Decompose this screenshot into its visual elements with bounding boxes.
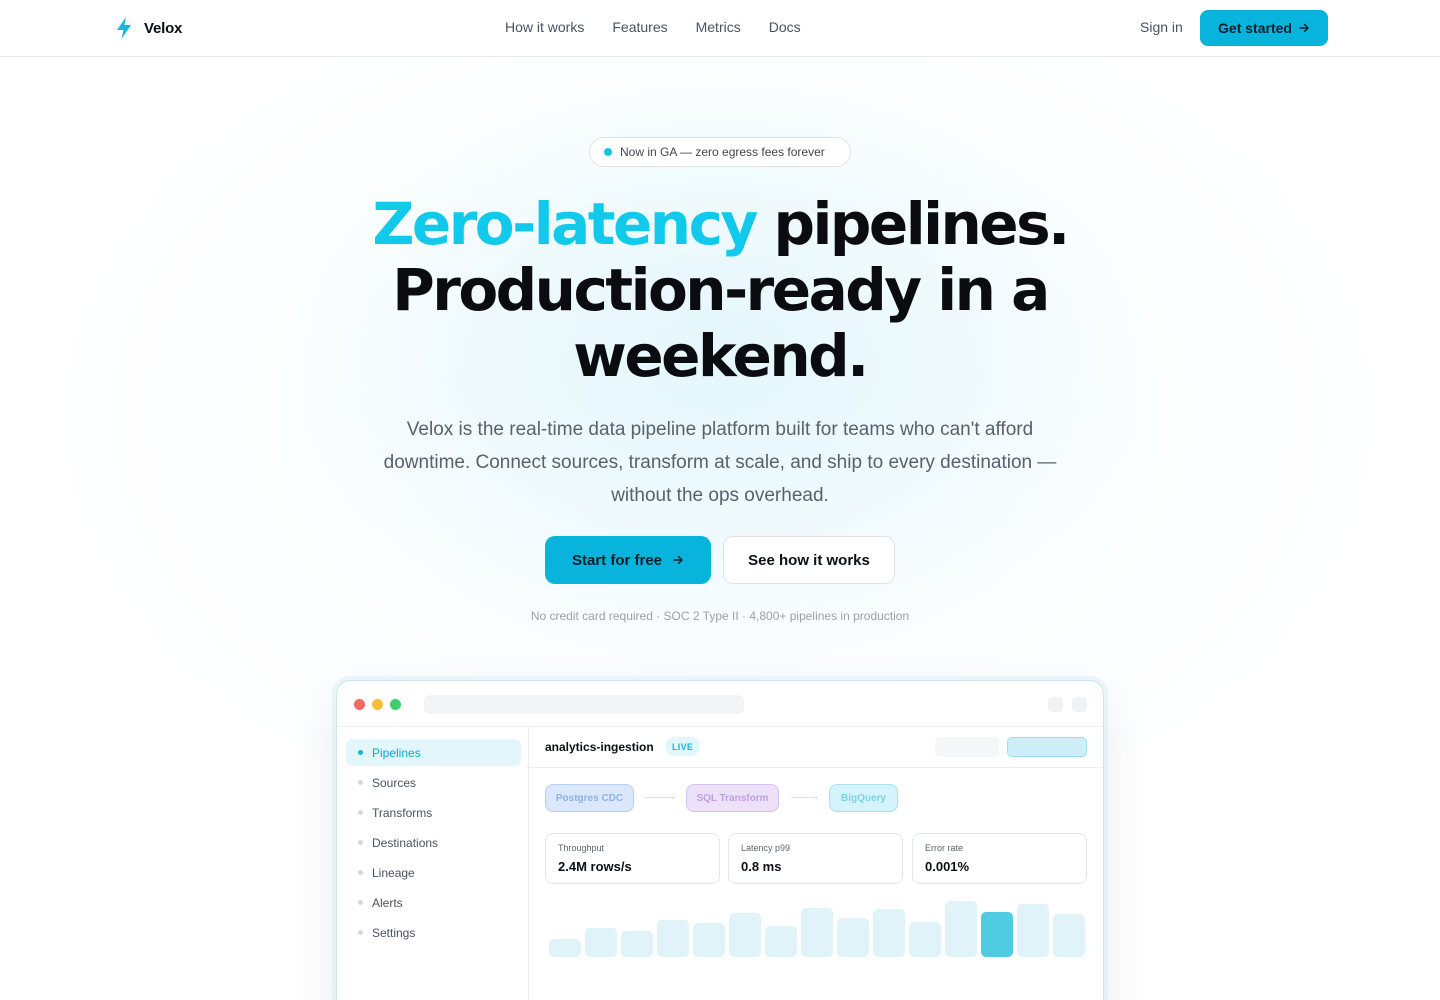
sign-in-link[interactable]: Sign in — [1140, 19, 1183, 35]
app-preview-window: Pipelines Sources Transforms Destination… — [336, 680, 1104, 1000]
nav-links: How it works Features Metrics Docs — [505, 19, 801, 35]
see-how-it-works-button[interactable]: See how it works — [723, 536, 895, 584]
chart-bar — [1053, 914, 1085, 957]
pipeline-header: analytics-ingestion LIVE — [529, 727, 1103, 768]
bullet-icon — [358, 810, 363, 815]
flow-node-destination[interactable]: BigQuery — [829, 784, 898, 812]
bullet-icon — [358, 840, 363, 845]
toolbar-button[interactable] — [1048, 697, 1063, 712]
hero-subheadline: Velox is the real-time data pipeline pla… — [383, 419, 1057, 506]
metric-value: 2.4M rows/s — [558, 859, 632, 874]
chart-bar — [909, 922, 941, 957]
app-sidebar: Pipelines Sources Transforms Destination… — [337, 727, 529, 1000]
nav-link-docs[interactable]: Docs — [769, 19, 801, 35]
bullet-icon — [358, 900, 363, 905]
minimize-window-dot-icon[interactable] — [372, 699, 383, 710]
flow-connector — [791, 797, 817, 798]
start-for-free-label: Start for free — [571, 551, 663, 569]
chart-bar — [693, 923, 725, 957]
status-badge: LIVE — [665, 737, 701, 756]
sidebar-item-pipelines[interactable]: Pipelines — [346, 739, 521, 766]
sidebar-item-label: Sources — [372, 775, 417, 790]
maximize-window-dot-icon[interactable] — [390, 699, 401, 710]
sidebar-item-label: Lineage — [372, 865, 415, 880]
chevron-right-icon: › — [815, 793, 818, 802]
nav-link-metrics[interactable]: Metrics — [696, 19, 741, 35]
chart-bar — [873, 909, 905, 957]
hero-headline: Zero-latency pipelines. Production-ready… — [320, 191, 1120, 389]
sidebar-item-label: Alerts — [372, 895, 403, 910]
sidebar-item-transforms[interactable]: Transforms — [346, 799, 521, 826]
throughput-sparkbar-chart — [549, 887, 1085, 957]
chart-bar — [621, 931, 653, 957]
metric-card-latency: Latency p99 0.8 ms — [728, 833, 903, 884]
close-window-dot-icon[interactable] — [354, 699, 365, 710]
pipeline-name: analytics-ingestion — [545, 740, 654, 754]
brand-name: Velox — [144, 19, 183, 37]
sidebar-item-label: Transforms — [372, 805, 433, 820]
metric-label: Error rate — [925, 843, 964, 853]
sidebar-item-label: Pipelines — [372, 745, 421, 760]
chevron-right-icon: › — [672, 793, 675, 802]
primary-action-button[interactable] — [1007, 737, 1087, 757]
flow-node-transform[interactable]: SQL Transform — [686, 784, 779, 812]
secondary-action-button[interactable] — [935, 737, 999, 757]
sidebar-item-lineage[interactable]: Lineage — [346, 859, 521, 886]
status-dot-icon — [604, 148, 612, 156]
lightning-bolt-icon — [117, 17, 131, 39]
sidebar-item-sources[interactable]: Sources — [346, 769, 521, 796]
headline-line1-rest: pipelines. — [755, 190, 1070, 258]
trust-fineprint: No credit card required · SOC 2 Type II … — [530, 609, 910, 623]
address-bar[interactable] — [424, 695, 744, 714]
bullet-icon — [358, 780, 363, 785]
bullet-icon — [358, 750, 363, 755]
get-started-button[interactable]: Get started — [1200, 10, 1328, 46]
get-started-label: Get started — [1218, 20, 1292, 36]
sidebar-item-alerts[interactable]: Alerts — [346, 889, 521, 916]
arrow-right-icon — [1299, 23, 1309, 33]
metric-value: 0.8 ms — [741, 859, 782, 874]
metric-card-error-rate: Error rate 0.001% — [912, 833, 1087, 884]
toolbar-button[interactable] — [1072, 697, 1087, 712]
top-navbar: Velox How it works Features Metrics Docs… — [0, 0, 1440, 57]
sidebar-item-destinations[interactable]: Destinations — [346, 829, 521, 856]
headline-line2: Production-ready in a weekend. — [392, 256, 1050, 390]
announcement-badge[interactable]: Now in GA — zero egress fees forever — [589, 137, 851, 167]
pipeline-detail: analytics-ingestion LIVE Postgres CDC › … — [529, 727, 1103, 1000]
chart-bar — [729, 913, 761, 957]
chart-bar — [549, 939, 581, 957]
headline-accent: Zero-latency — [372, 190, 758, 258]
sidebar-item-settings[interactable]: Settings — [346, 919, 521, 946]
nav-link-how-it-works[interactable]: How it works — [505, 19, 584, 35]
chart-bar — [657, 920, 689, 957]
chart-bar — [837, 918, 869, 957]
chart-bar — [1017, 904, 1049, 957]
brand[interactable]: Velox — [113, 16, 182, 40]
chart-bar — [585, 928, 617, 957]
chart-bar — [801, 908, 833, 957]
metric-label: Throughput — [558, 843, 605, 853]
sidebar-item-label: Settings — [372, 925, 416, 940]
flow-node-source[interactable]: Postgres CDC — [545, 784, 634, 812]
arrow-right-icon — [673, 555, 683, 565]
metric-label: Latency p99 — [741, 843, 791, 853]
start-for-free-button[interactable]: Start for free — [545, 536, 711, 584]
chart-bar — [981, 912, 1013, 957]
metric-value: 0.001% — [925, 859, 970, 874]
bullet-icon — [358, 870, 363, 875]
nav-link-features[interactable]: Features — [612, 19, 667, 35]
announcement-text: Now in GA — zero egress fees forever — [620, 145, 825, 159]
metric-card-throughput: Throughput 2.4M rows/s — [545, 833, 720, 884]
window-titlebar — [337, 681, 1103, 727]
bullet-icon — [358, 930, 363, 935]
chart-bar — [765, 926, 797, 957]
chart-bar — [945, 901, 977, 957]
flow-connector — [645, 797, 675, 798]
sidebar-item-label: Destinations — [372, 835, 439, 850]
